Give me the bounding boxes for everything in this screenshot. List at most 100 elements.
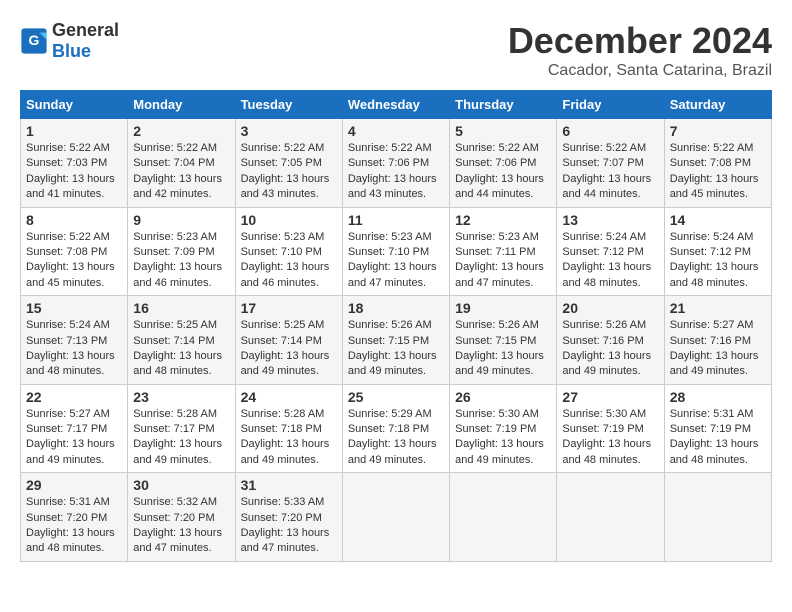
calendar-cell: 31Sunrise: 5:33 AMSunset: 7:20 PMDayligh… (235, 473, 342, 562)
day-number: 4 (348, 123, 444, 139)
day-number: 31 (241, 477, 337, 493)
day-number: 7 (670, 123, 766, 139)
calendar-cell: 8 Sunrise: 5:22 AMSunset: 7:08 PMDaylight… (21, 207, 128, 296)
day-info: Sunrise: 5:27 AMSunset: 7:16 PMDaylight:… (670, 318, 766, 380)
day-info: Sunrise: 5:22 AMSunset: 7:06 PMDaylight:… (455, 141, 551, 203)
calendar-cell: 19 Sunrise: 5:26 AMSunset: 7:15 PMDayligh… (450, 296, 557, 385)
calendar-cell: 20 Sunrise: 5:26 AMSunset: 7:16 PMDayligh… (557, 296, 664, 385)
calendar-cell: 2Sunrise: 5:22 AMSunset: 7:04 PMDaylight… (128, 119, 235, 208)
day-info: Sunrise: 5:24 AMSunset: 7:12 PMDaylight:… (670, 230, 766, 292)
calendar-cell: 6 Sunrise: 5:22 AMSunset: 7:07 PMDaylight… (557, 119, 664, 208)
calendar-cell: 10Sunrise: 5:23 AMSunset: 7:10 PMDayligh… (235, 207, 342, 296)
calendar-cell: 12Sunrise: 5:23 AMSunset: 7:11 PMDayligh… (450, 207, 557, 296)
calendar-cell: 16 Sunrise: 5:25 AMSunset: 7:14 PMDayligh… (128, 296, 235, 385)
day-info: Sunrise: 5:26 AMSunset: 7:16 PMDaylight:… (562, 318, 658, 380)
calendar-week-1: 1Sunrise: 5:22 AMSunset: 7:03 PMDaylight… (21, 119, 772, 208)
calendar-week-3: 15Sunrise: 5:24 AMSunset: 7:13 PMDayligh… (21, 296, 772, 385)
col-sunday: Sunday (21, 91, 128, 119)
logo-blue: Blue (52, 41, 91, 61)
calendar-cell: 21 Sunrise: 5:27 AMSunset: 7:16 PMDayligh… (664, 296, 771, 385)
calendar-cell: 24 Sunrise: 5:28 AMSunset: 7:18 PMDayligh… (235, 384, 342, 473)
month-title: December 2024 (508, 20, 772, 62)
day-info: Sunrise: 5:23 AMSunset: 7:09 PMDaylight:… (133, 230, 229, 292)
calendar-cell: 4Sunrise: 5:22 AMSunset: 7:06 PMDaylight… (342, 119, 449, 208)
calendar-week-5: 29 Sunrise: 5:31 AMSunset: 7:20 PMDayligh… (21, 473, 772, 562)
calendar-cell (664, 473, 771, 562)
day-info: Sunrise: 5:31 AMSunset: 7:20 PMDaylight:… (26, 495, 122, 557)
day-number: 24 (241, 389, 337, 405)
day-number: 29 (26, 477, 122, 493)
calendar-cell: 5 Sunrise: 5:22 AMSunset: 7:06 PMDaylight… (450, 119, 557, 208)
day-number: 28 (670, 389, 766, 405)
day-number: 12 (455, 212, 551, 228)
calendar-cell: 13 Sunrise: 5:24 AMSunset: 7:12 PMDayligh… (557, 207, 664, 296)
day-info: Sunrise: 5:30 AMSunset: 7:19 PMDaylight:… (562, 407, 658, 469)
day-info: Sunrise: 5:25 AMSunset: 7:14 PMDaylight:… (133, 318, 229, 380)
calendar-cell: 1Sunrise: 5:22 AMSunset: 7:03 PMDaylight… (21, 119, 128, 208)
day-number: 9 (133, 212, 229, 228)
day-info: Sunrise: 5:28 AMSunset: 7:18 PMDaylight:… (241, 407, 337, 469)
calendar-table: Sunday Monday Tuesday Wednesday Thursday… (20, 90, 772, 562)
day-info: Sunrise: 5:23 AMSunset: 7:10 PMDaylight:… (241, 230, 337, 292)
day-info: Sunrise: 5:24 AMSunset: 7:12 PMDaylight:… (562, 230, 658, 292)
title-area: December 2024 Cacador, Santa Catarina, B… (508, 20, 772, 80)
calendar-cell: 18Sunrise: 5:26 AMSunset: 7:15 PMDayligh… (342, 296, 449, 385)
day-info: Sunrise: 5:22 AMSunset: 7:05 PMDaylight:… (241, 141, 337, 203)
day-number: 3 (241, 123, 337, 139)
day-number: 1 (26, 123, 122, 139)
calendar-cell: 23Sunrise: 5:28 AMSunset: 7:17 PMDayligh… (128, 384, 235, 473)
col-tuesday: Tuesday (235, 91, 342, 119)
day-info: Sunrise: 5:26 AMSunset: 7:15 PMDaylight:… (455, 318, 551, 380)
col-wednesday: Wednesday (342, 91, 449, 119)
calendar-cell: 27 Sunrise: 5:30 AMSunset: 7:19 PMDayligh… (557, 384, 664, 473)
calendar-cell: 30 Sunrise: 5:32 AMSunset: 7:20 PMDayligh… (128, 473, 235, 562)
calendar-week-4: 22 Sunrise: 5:27 AMSunset: 7:17 PMDayligh… (21, 384, 772, 473)
day-info: Sunrise: 5:31 AMSunset: 7:19 PMDaylight:… (670, 407, 766, 469)
day-number: 13 (562, 212, 658, 228)
calendar-cell: 22 Sunrise: 5:27 AMSunset: 7:17 PMDayligh… (21, 384, 128, 473)
day-number: 17 (241, 300, 337, 316)
col-monday: Monday (128, 91, 235, 119)
day-info: Sunrise: 5:22 AMSunset: 7:04 PMDaylight:… (133, 141, 229, 203)
day-number: 19 (455, 300, 551, 316)
calendar-cell: 3 Sunrise: 5:22 AMSunset: 7:05 PMDaylight… (235, 119, 342, 208)
day-info: Sunrise: 5:30 AMSunset: 7:19 PMDaylight:… (455, 407, 551, 469)
day-info: Sunrise: 5:32 AMSunset: 7:20 PMDaylight:… (133, 495, 229, 557)
day-info: Sunrise: 5:23 AMSunset: 7:10 PMDaylight:… (348, 230, 444, 292)
day-info: Sunrise: 5:29 AMSunset: 7:18 PMDaylight:… (348, 407, 444, 469)
calendar-cell: 14 Sunrise: 5:24 AMSunset: 7:12 PMDayligh… (664, 207, 771, 296)
calendar-cell: 7Sunrise: 5:22 AMSunset: 7:08 PMDaylight… (664, 119, 771, 208)
calendar-cell: 25Sunrise: 5:29 AMSunset: 7:18 PMDayligh… (342, 384, 449, 473)
day-number: 21 (670, 300, 766, 316)
calendar-week-2: 8 Sunrise: 5:22 AMSunset: 7:08 PMDaylight… (21, 207, 772, 296)
calendar-cell: 15Sunrise: 5:24 AMSunset: 7:13 PMDayligh… (21, 296, 128, 385)
day-number: 11 (348, 212, 444, 228)
day-number: 6 (562, 123, 658, 139)
day-number: 14 (670, 212, 766, 228)
day-number: 18 (348, 300, 444, 316)
day-number: 26 (455, 389, 551, 405)
calendar-cell: 28 Sunrise: 5:31 AMSunset: 7:19 PMDayligh… (664, 384, 771, 473)
calendar-cell (450, 473, 557, 562)
day-info: Sunrise: 5:28 AMSunset: 7:17 PMDaylight:… (133, 407, 229, 469)
calendar-cell: 9 Sunrise: 5:23 AMSunset: 7:09 PMDaylight… (128, 207, 235, 296)
day-info: Sunrise: 5:22 AMSunset: 7:07 PMDaylight:… (562, 141, 658, 203)
day-number: 8 (26, 212, 122, 228)
day-info: Sunrise: 5:25 AMSunset: 7:14 PMDaylight:… (241, 318, 337, 380)
header-row: Sunday Monday Tuesday Wednesday Thursday… (21, 91, 772, 119)
col-thursday: Thursday (450, 91, 557, 119)
day-info: Sunrise: 5:22 AMSunset: 7:08 PMDaylight:… (26, 230, 122, 292)
day-number: 30 (133, 477, 229, 493)
logo: G General Blue (20, 20, 119, 62)
day-info: Sunrise: 5:27 AMSunset: 7:17 PMDaylight:… (26, 407, 122, 469)
day-number: 16 (133, 300, 229, 316)
calendar-cell: 11 Sunrise: 5:23 AMSunset: 7:10 PMDayligh… (342, 207, 449, 296)
calendar-cell: 26 Sunrise: 5:30 AMSunset: 7:19 PMDayligh… (450, 384, 557, 473)
day-number: 27 (562, 389, 658, 405)
header: G General Blue December 2024 Cacador, Sa… (20, 20, 772, 80)
day-number: 5 (455, 123, 551, 139)
day-number: 20 (562, 300, 658, 316)
day-info: Sunrise: 5:24 AMSunset: 7:13 PMDaylight:… (26, 318, 122, 380)
logo-icon: G (20, 27, 48, 55)
day-number: 22 (26, 389, 122, 405)
